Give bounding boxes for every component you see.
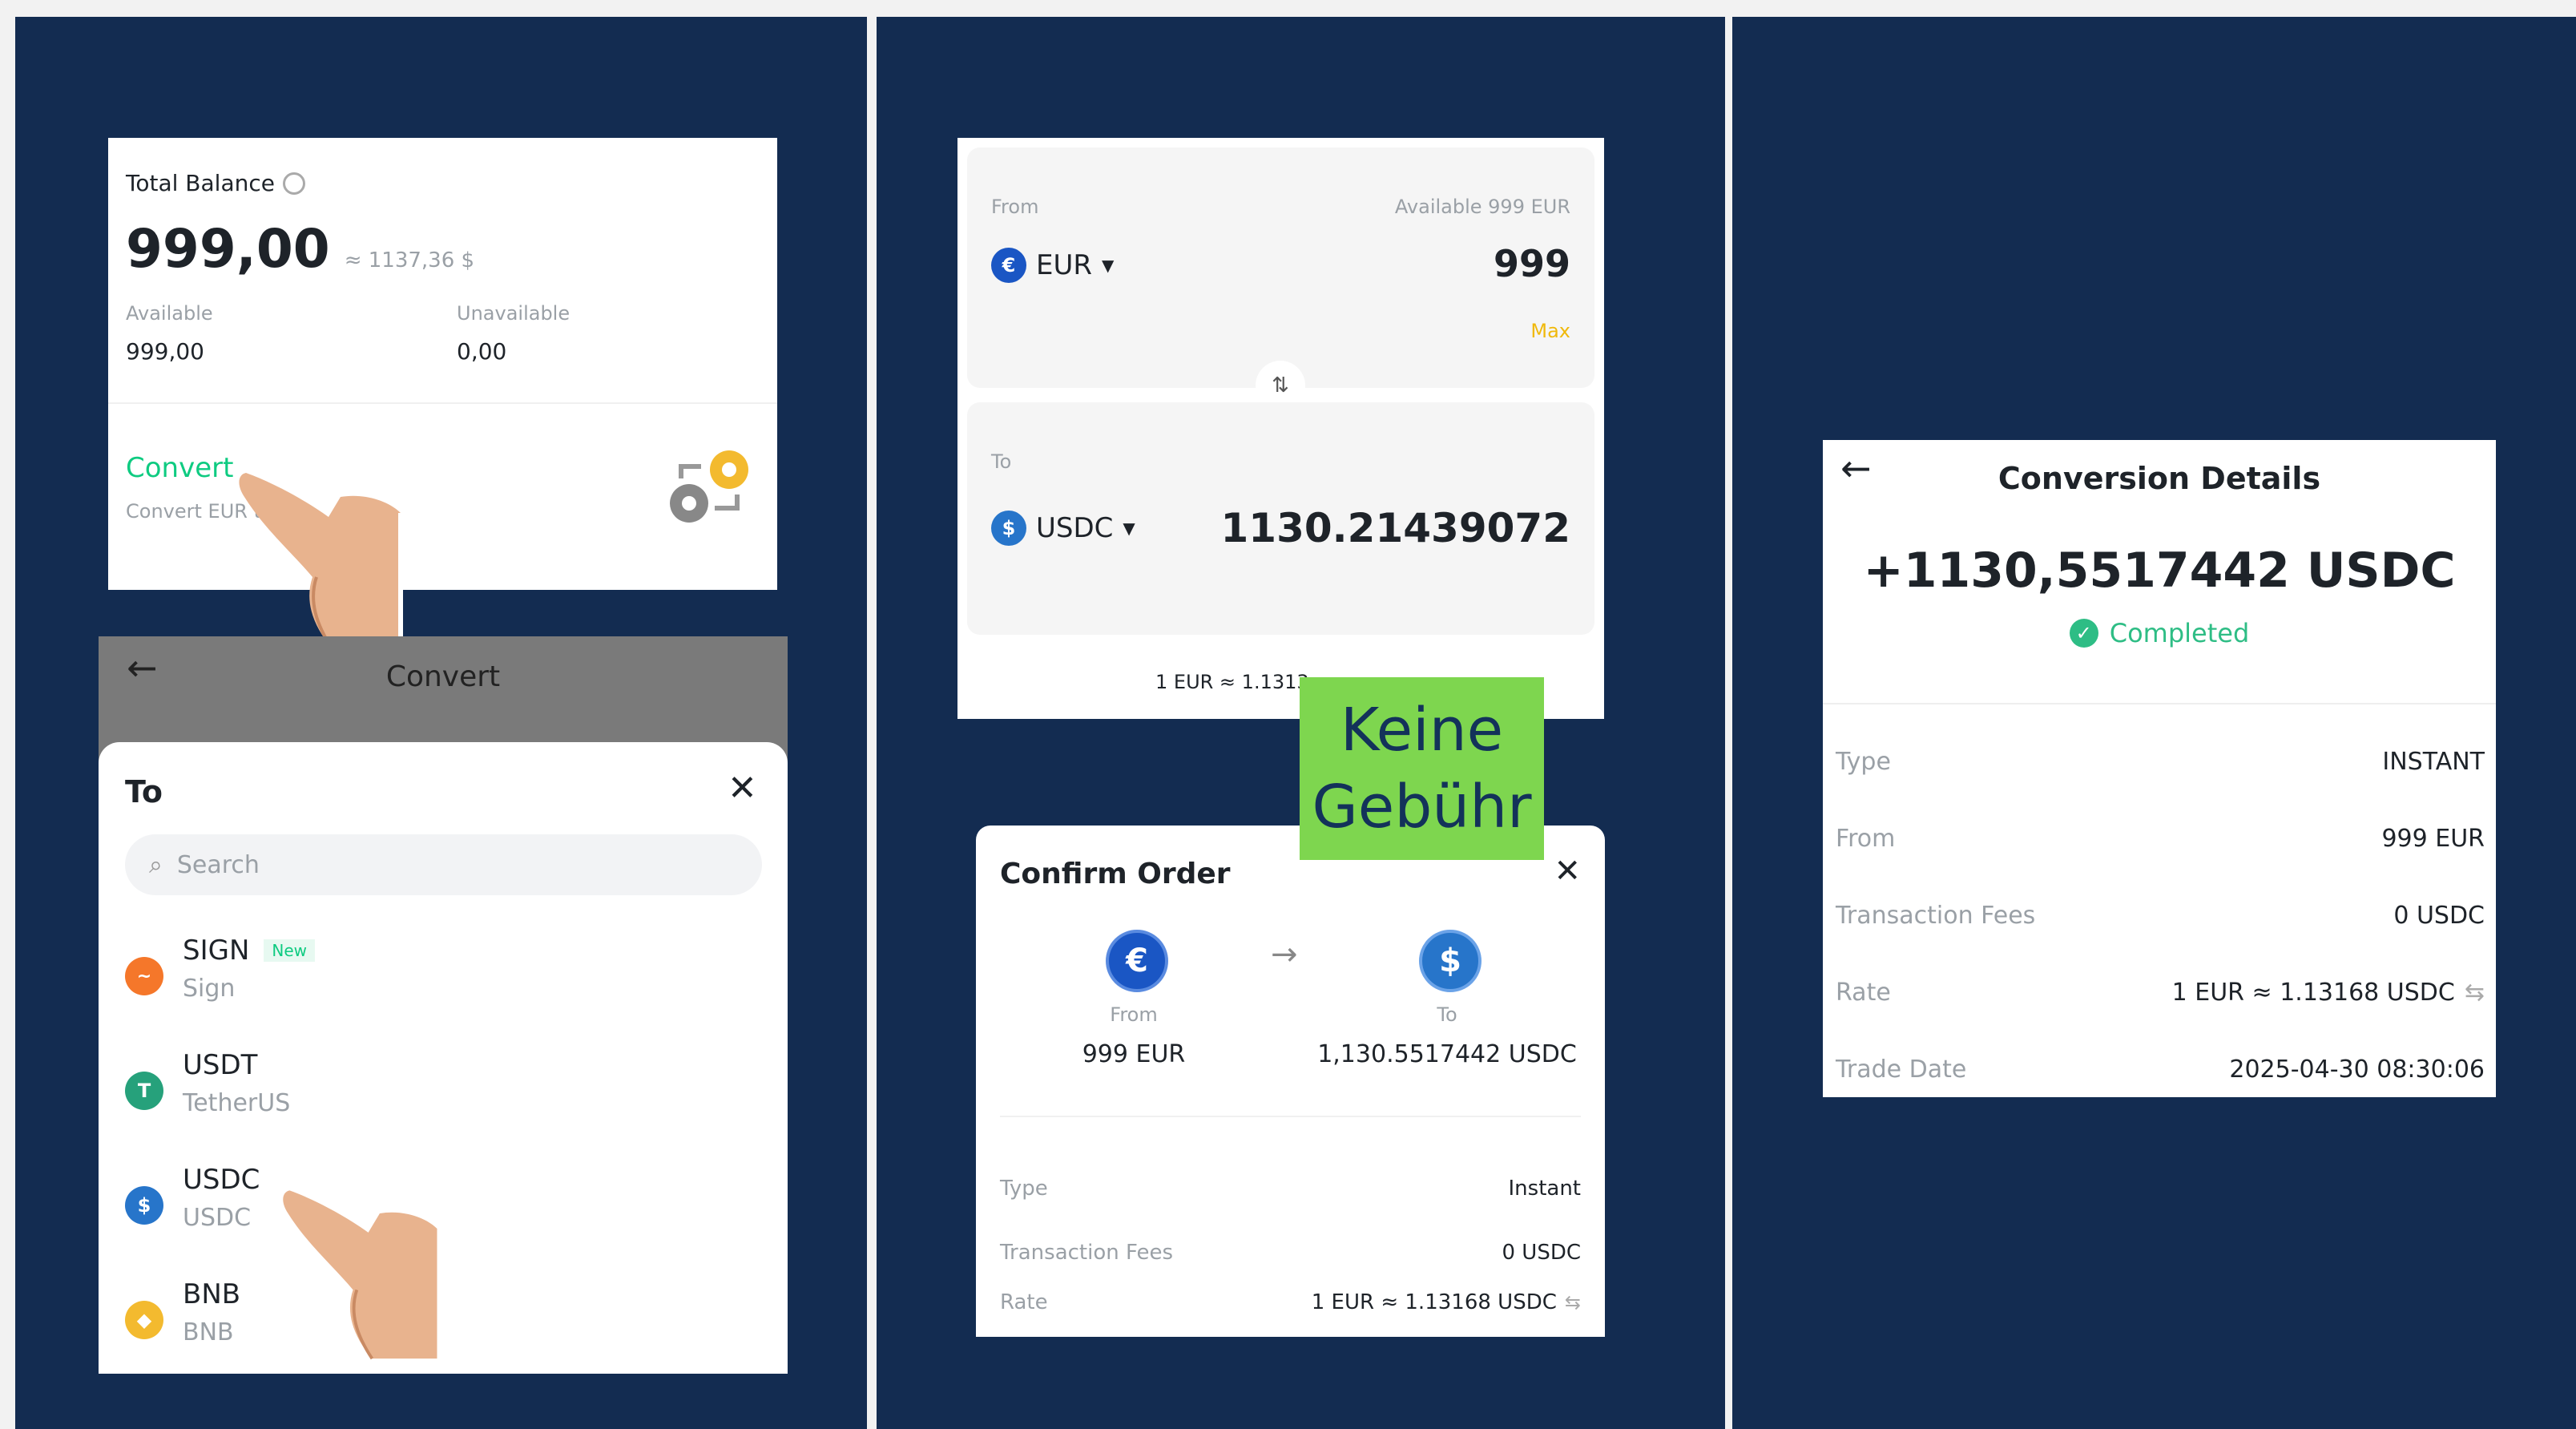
- rate-value: 1 EUR ≈ 1.13168 USDC: [1311, 1290, 1557, 1314]
- row-value: 1 EUR ≈ 1.13168 USDC: [2171, 979, 2455, 1007]
- rate-label: Rate: [1000, 1290, 1048, 1314]
- rate-text: 1 EUR ≈ 1.1313: [1155, 671, 1309, 693]
- row-label: From: [1836, 825, 1896, 853]
- coin-symbol: SIGN: [183, 935, 250, 967]
- from-label: From: [991, 196, 1039, 218]
- status-badge: ✓ Completed: [1823, 618, 2496, 648]
- detail-row-trade-date: Trade Date 2025-04-30 08:30:06: [1836, 1056, 2485, 1084]
- callout-line-2: Gebühr: [1312, 773, 1532, 842]
- convert-header-title: Convert: [385, 660, 501, 693]
- to-label: To: [991, 450, 1012, 473]
- list-item-usdt[interactable]: T USDT TetherUS: [125, 1049, 762, 1137]
- type-value: Instant: [1508, 1177, 1582, 1201]
- status-text: Completed: [2109, 618, 2250, 648]
- list-item-sign[interactable]: ~ SIGN New Sign: [125, 935, 762, 1023]
- from-label: From: [1110, 1003, 1158, 1026]
- usdc-coin-icon: $: [125, 1186, 163, 1225]
- close-icon[interactable]: ✕: [728, 768, 757, 809]
- coin-name: USDC: [183, 1204, 252, 1232]
- coin-name: BNB: [183, 1318, 234, 1346]
- to-currency: USDC: [1036, 512, 1114, 544]
- hand-pointer-icon: [283, 1190, 437, 1360]
- eur-coin-icon: €: [1106, 930, 1168, 992]
- coin-name: TetherUS: [183, 1089, 291, 1117]
- total-balance-label: Total Balance: [126, 170, 275, 196]
- available-label: Available: [126, 302, 213, 325]
- divider: [1823, 703, 2496, 704]
- row-value: 999 EUR: [2381, 825, 2485, 853]
- row-label: Rate: [1836, 979, 1891, 1007]
- usdc-coin-icon: $: [1419, 930, 1482, 992]
- type-label: Type: [1000, 1177, 1048, 1201]
- bnb-coin-icon: ◆: [125, 1301, 163, 1339]
- details-amount: +1130,5517442 USDC: [1863, 543, 2456, 599]
- detail-row-from: From 999 EUR: [1836, 825, 2485, 853]
- search-icon: ⌕: [149, 850, 163, 879]
- row-value: 2025-04-30 08:30:06: [2229, 1056, 2485, 1084]
- from-currency-select[interactable]: € EUR ▼: [991, 248, 1114, 283]
- search-input[interactable]: ⌕ Search: [125, 834, 762, 895]
- unavailable-label: Unavailable: [457, 302, 570, 325]
- row-label: Transaction Fees: [1836, 902, 2036, 930]
- available-text: Available 999 EUR: [1394, 196, 1570, 218]
- to-currency-select[interactable]: $ USDC ▼: [991, 511, 1135, 546]
- caret-down-icon: ▼: [1102, 256, 1115, 275]
- convert-link[interactable]: Convert: [126, 452, 233, 484]
- close-icon[interactable]: ✕: [1554, 853, 1581, 890]
- to-box: To $ USDC ▼ 1130.21439072: [967, 402, 1594, 635]
- sheet-title: To: [125, 774, 163, 809]
- sign-coin-icon: ~: [125, 957, 163, 995]
- details-title: Conversion Details: [1998, 461, 2321, 496]
- new-badge: New: [264, 939, 316, 962]
- hand-pointer-icon: [239, 473, 403, 649]
- unavailable-value: 0,00: [457, 338, 507, 365]
- from-value: 999 EUR: [1082, 1040, 1186, 1068]
- row-label: Trade Date: [1836, 1056, 1967, 1084]
- to-value: 1,130.5517442 USDC: [1317, 1040, 1577, 1068]
- convert-icon[interactable]: [665, 442, 753, 531]
- confirm-order-card: Confirm Order ✕ € → $ From To 999 EUR 1,…: [976, 826, 1605, 1337]
- detail-row-rate: Rate 1 EUR ≈ 1.13168 USDC ⇆: [1836, 979, 2485, 1007]
- eye-icon[interactable]: [282, 172, 305, 195]
- callout-line-1: Keine: [1340, 695, 1504, 765]
- fees-value: 0 USDC: [1502, 1241, 1581, 1265]
- convert-form: From Available 999 EUR € EUR ▼ 999 Max ⇅…: [957, 138, 1604, 719]
- swap-rate-icon[interactable]: ⇆: [2465, 979, 2485, 1007]
- check-circle-icon: ✓: [2069, 619, 2098, 648]
- eur-coin-icon: €: [991, 248, 1026, 283]
- from-currency: EUR: [1036, 249, 1092, 281]
- to-amount: 1130.21439072: [1220, 505, 1570, 551]
- divider: [108, 402, 777, 404]
- caret-down-icon: ▼: [1123, 519, 1135, 538]
- to-label: To: [1437, 1003, 1457, 1026]
- conversion-details-card: ← Conversion Details +1130,5517442 USDC …: [1823, 440, 2496, 1097]
- coin-symbol: BNB: [183, 1278, 241, 1310]
- confirm-order-title: Confirm Order: [1000, 858, 1231, 890]
- arrow-right-icon: →: [1271, 936, 1298, 973]
- coin-symbol: USDT: [183, 1049, 258, 1081]
- balance-approx: ≈ 1137,36 $: [344, 248, 475, 272]
- balance-card: Total Balance 999,00 ≈ 1137,36 $ Availab…: [108, 138, 777, 590]
- usdc-coin-icon: $: [991, 511, 1026, 546]
- usdt-coin-icon: T: [125, 1072, 163, 1110]
- from-amount[interactable]: 999: [1494, 242, 1570, 285]
- coin-name: Sign: [183, 975, 236, 1003]
- divider: [1000, 1116, 1581, 1117]
- row-value: INSTANT: [2382, 748, 2485, 776]
- detail-row-type: Type INSTANT: [1836, 748, 2485, 776]
- swap-rate-icon[interactable]: ⇆: [1565, 1291, 1581, 1314]
- coin-symbol: USDC: [183, 1164, 260, 1196]
- available-value: 999,00: [126, 338, 204, 365]
- fees-label: Transaction Fees: [1000, 1241, 1174, 1265]
- search-placeholder: Search: [176, 850, 260, 879]
- from-box: From Available 999 EUR € EUR ▼ 999 Max: [967, 147, 1594, 388]
- no-fee-callout: Keine Gebühr: [1300, 677, 1544, 860]
- balance-amount: 999,00: [126, 218, 330, 280]
- row-value: 0 USDC: [2393, 902, 2485, 930]
- row-label: Type: [1836, 748, 1891, 776]
- max-button[interactable]: Max: [1530, 320, 1570, 342]
- detail-row-fees: Transaction Fees 0 USDC: [1836, 902, 2485, 930]
